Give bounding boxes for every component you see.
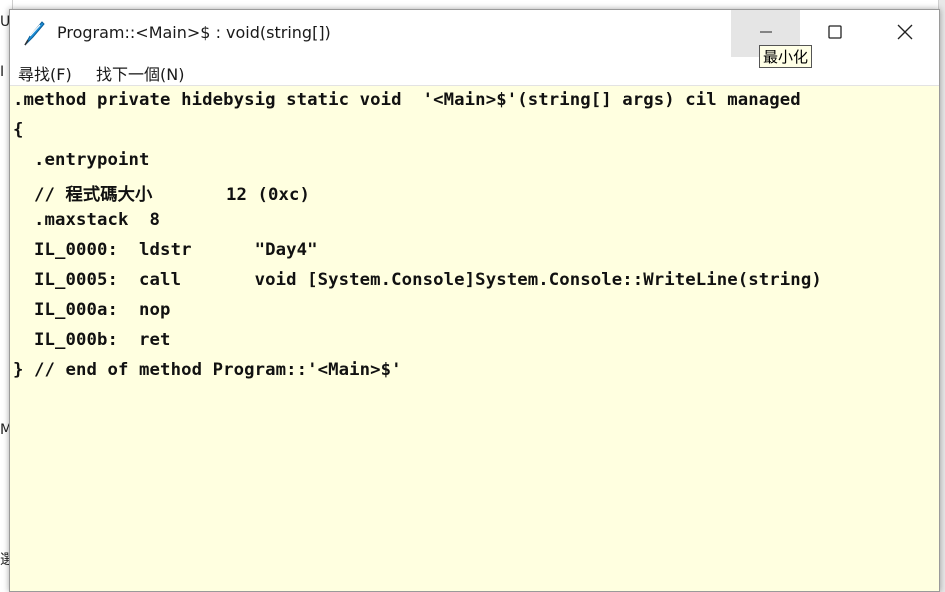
code-line: {: [13, 120, 24, 140]
code-line: // 程式碼大小 12 (0xc): [13, 185, 310, 205]
menu-item-find-next[interactable]: 找下一個(N): [96, 61, 184, 85]
code-line: .method private hidebysig static void '<…: [13, 90, 801, 110]
code-line: IL_0000: ldstr "Day4": [13, 240, 318, 260]
code-line: IL_000a: nop: [13, 300, 171, 320]
minimize-tooltip: 最小化: [759, 45, 813, 68]
close-icon: [896, 23, 914, 45]
maximize-icon: [827, 24, 843, 44]
window-title: Program::<Main>$ : void(string[]): [57, 23, 331, 42]
code-line: } // end of method Program::'<Main>$': [13, 360, 402, 380]
background-text-fragment: I: [0, 64, 5, 80]
minimize-icon: [758, 24, 774, 44]
quill-icon: [22, 20, 46, 46]
code-line: IL_000b: ret: [13, 330, 171, 350]
menu-item-find[interactable]: 尋找(F): [18, 61, 72, 85]
code-line: .entrypoint: [13, 150, 150, 170]
code-line: .maxstack 8: [13, 210, 161, 230]
il-code-view[interactable]: .method private hidebysig static void '<…: [10, 86, 939, 591]
ildasm-method-window: Program::<Main>$ : void(string[]) 尋找(F) …: [9, 9, 940, 592]
code-line: IL_0005: call void [System.Console]Syste…: [13, 270, 822, 290]
close-button[interactable]: [870, 10, 939, 57]
